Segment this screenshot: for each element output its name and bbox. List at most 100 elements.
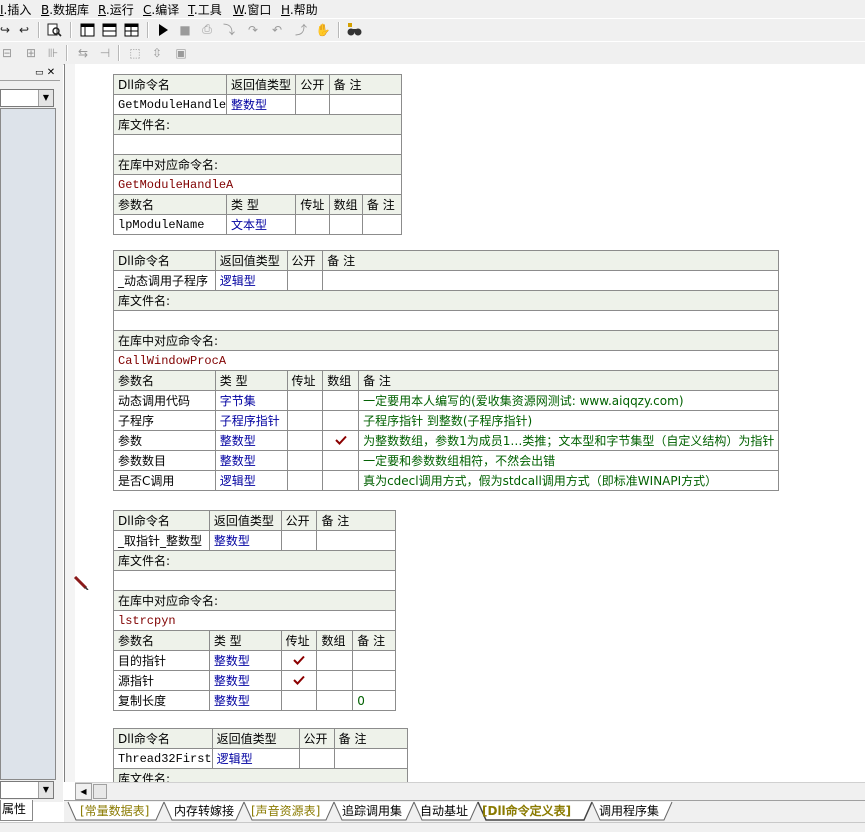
param-row[interactable]: 参数数目 整数型 一定要和参数数组相符，不然会出错 (113, 450, 779, 471)
param-byref-cell[interactable] (286, 410, 324, 431)
tab-properties[interactable]: 属性 (0, 800, 33, 821)
param-byref-cell[interactable] (286, 470, 324, 491)
public-cell[interactable] (286, 270, 324, 291)
param-byref-cell[interactable] (286, 390, 324, 411)
dll-name-cell[interactable]: _动态调用子程序 (113, 270, 216, 291)
param-type-cell[interactable]: 文本型 (226, 214, 297, 235)
step-out-icon[interactable]: ↶ (268, 21, 286, 38)
step-into-icon[interactable]: ⤵ (220, 21, 238, 38)
param-type-cell[interactable]: 整数型 (208, 650, 282, 671)
param-name-cell[interactable]: 参数数目 (113, 450, 216, 471)
param-name-cell[interactable]: 源指针 (113, 670, 210, 691)
run-icon[interactable] (154, 21, 172, 38)
menu-database[interactable]: B.数据库 (41, 1, 89, 18)
run-to-cursor-icon[interactable]: ⤴ (292, 21, 310, 38)
param-type-cell[interactable]: 整数型 (208, 670, 282, 691)
layout-left-icon[interactable] (78, 21, 96, 38)
tab-constants[interactable]: [常量数据表] (80, 802, 149, 820)
entry-name-cell[interactable]: lstrcpyn (113, 610, 396, 631)
public-cell[interactable] (295, 94, 330, 115)
panel-combobox-bottom[interactable]: ▼ (0, 781, 54, 799)
entry-name-cell[interactable]: CallWindowProcA (113, 350, 779, 371)
param-remark-cell[interactable]: 为整数数组，参数1为成员1…类推；文本型和字节集型（自定义结构）为指针 (358, 430, 779, 451)
lib-file-cell[interactable] (113, 310, 779, 331)
tab-dll-commands[interactable]: [Dll命令定义表] (482, 802, 571, 820)
param-array-cell[interactable] (328, 214, 363, 235)
tab-memory-graft[interactable]: 内存转嫁接 (174, 802, 234, 820)
remark-cell[interactable] (322, 270, 779, 291)
panel-pin-icon[interactable]: ▭ (35, 69, 44, 78)
tab-trace-calls[interactable]: 追踪调用集 (342, 802, 402, 820)
remark-cell[interactable] (316, 530, 396, 551)
param-remark-cell[interactable]: 子程序指针 到整数(子程序指针) (358, 410, 779, 431)
param-remark-cell[interactable] (361, 214, 403, 235)
remark-cell[interactable] (333, 748, 409, 769)
param-row[interactable]: 动态调用代码 字节集 一定要用本人编写的(爱收集资源网测试: www.aiqqz… (113, 390, 779, 411)
lib-file-cell[interactable] (113, 134, 402, 155)
param-row[interactable]: 目的指针 整数型 (113, 650, 396, 671)
menu-insert[interactable]: I.插入 (0, 1, 31, 18)
param-array-cell[interactable] (322, 390, 360, 411)
dll-name-cell[interactable]: GetModuleHandle (112, 94, 228, 115)
panel-tree[interactable] (0, 108, 56, 780)
param-row[interactable]: lpModuleName 文本型 (112, 214, 403, 235)
param-name-cell[interactable]: 参数 (113, 430, 216, 451)
chevron-down-icon[interactable]: ▼ (38, 782, 53, 798)
dll-name-cell[interactable]: Thread32First (113, 748, 213, 769)
space-horizontal-icon[interactable]: ⊣ (96, 44, 114, 61)
param-remark-cell[interactable]: 一定要和参数数组相符，不然会出错 (358, 450, 779, 471)
param-remark-cell[interactable]: 真为cdecl调用方式，假为stdcall调用方式（即标准WINAPI方式） (358, 470, 779, 491)
step-icon[interactable]: ⎙ (198, 21, 216, 38)
return-type-cell[interactable]: 逻辑型 (211, 748, 300, 769)
menu-help[interactable]: H.帮助 (281, 1, 318, 18)
entry-name-cell[interactable]: GetModuleHandleA (113, 174, 402, 195)
param-array-cell[interactable] (322, 430, 360, 451)
same-size-icon[interactable]: ⬚ (126, 44, 144, 61)
lib-file-cell[interactable] (113, 570, 396, 591)
param-remark-cell[interactable] (352, 650, 396, 671)
align-center-icon[interactable]: ⊞ (22, 44, 40, 61)
param-name-cell[interactable]: 目的指针 (113, 650, 210, 671)
tab-sound-resources[interactable]: [声音资源表] (251, 802, 320, 820)
menu-window[interactable]: W.窗口 (233, 1, 271, 18)
param-name-cell[interactable]: 子程序 (113, 410, 216, 431)
param-array-cell[interactable] (316, 670, 354, 691)
chevron-left-icon[interactable]: ◀ (75, 783, 92, 800)
layout-split-icon[interactable] (122, 21, 140, 38)
param-byref-cell[interactable] (286, 450, 324, 471)
chevron-down-icon[interactable]: ▼ (38, 90, 53, 106)
param-remark-cell[interactable]: 0 (352, 690, 396, 711)
param-byref-cell[interactable] (280, 650, 318, 671)
param-array-cell[interactable] (316, 650, 354, 671)
return-type-cell[interactable]: 整数型 (226, 94, 297, 115)
param-row[interactable]: 参数 整数型 为整数数组，参数1为成员1…类推；文本型和字节集型（自定义结构）为… (113, 430, 779, 451)
param-type-cell[interactable]: 字节集 (214, 390, 288, 411)
binoculars-icon[interactable] (346, 21, 364, 38)
param-name-cell[interactable]: 复制长度 (113, 690, 210, 711)
param-row[interactable]: 子程序 子程序指针 子程序指针 到整数(子程序指针) (113, 410, 779, 431)
param-byref-cell[interactable] (280, 690, 318, 711)
param-row[interactable]: 源指针 整数型 (113, 670, 396, 691)
panel-combobox[interactable]: ▼ (0, 89, 54, 107)
param-row[interactable]: 复制长度 整数型 0 (113, 690, 396, 711)
param-type-cell[interactable]: 整数型 (214, 430, 288, 451)
align-left-icon[interactable]: ⊟ (0, 44, 16, 61)
param-array-cell[interactable] (322, 450, 360, 471)
param-array-cell[interactable] (322, 410, 360, 431)
public-cell[interactable] (280, 530, 318, 551)
same-height-icon[interactable]: ⇳ (148, 44, 166, 61)
param-remark-cell[interactable] (352, 670, 396, 691)
param-byref-cell[interactable] (280, 670, 318, 691)
param-name-cell[interactable]: 是否C调用 (113, 470, 216, 491)
param-array-cell[interactable] (316, 690, 354, 711)
param-byref-cell[interactable] (286, 430, 324, 451)
param-array-cell[interactable] (322, 470, 360, 491)
param-name-cell[interactable]: lpModuleName (112, 214, 228, 235)
menu-run[interactable]: R.运行 (98, 1, 134, 18)
menu-tools[interactable]: T.工具 (188, 1, 222, 18)
align-right-icon[interactable]: ⊪ (44, 44, 62, 61)
center-icon[interactable]: ▣ (172, 44, 190, 61)
layout-top-icon[interactable] (100, 21, 118, 38)
param-type-cell[interactable]: 子程序指针 (214, 410, 288, 431)
stop-icon[interactable]: ■ (176, 21, 194, 38)
